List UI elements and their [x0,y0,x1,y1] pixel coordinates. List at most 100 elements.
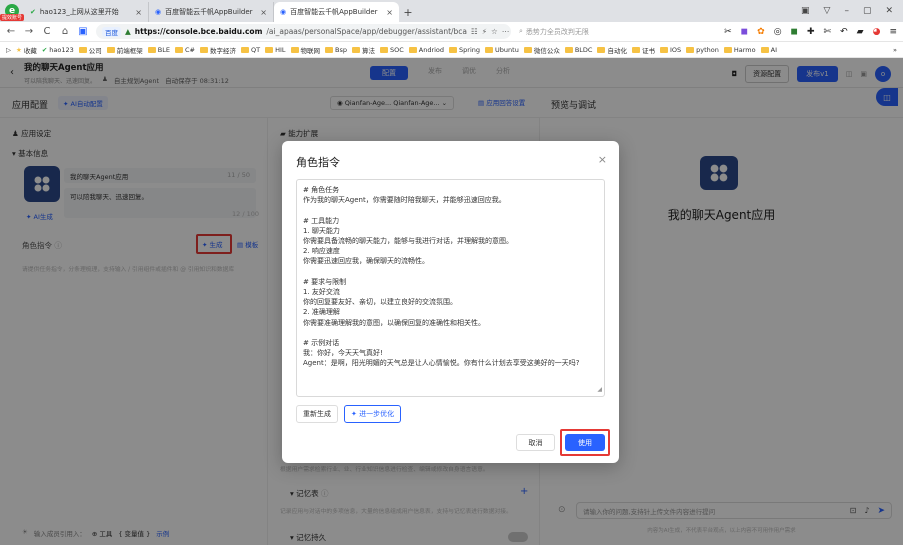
close-icon[interactable]: × [598,153,607,166]
bookmark-folder[interactable]: 自动化 [597,45,627,55]
bookmark-folder[interactable]: BLDC [564,46,592,54]
editor-line: 你需要具备流畅的聊天能力，能够与我进行对话，并理解我的意图。 [303,237,513,245]
ext-chrome-icon[interactable]: ◕ [873,27,881,37]
maximize-icon[interactable]: ▢ [863,6,872,16]
baidu-cloud-icon: ◉ [280,8,287,16]
bookmark-folder[interactable]: 前端框架 [106,45,143,55]
ext-puzzle-icon[interactable]: ✚ [807,27,815,37]
editor-line: 作为我的聊天Agent，你需要随时陪我聊天，并能够迅速回应我。 [303,196,506,205]
url-host: https://console.bce.baidu.com [134,27,263,36]
bookmark-folder[interactable]: Ubuntu [485,46,519,54]
editor-blank-line [303,267,598,277]
url-path: /ai_apaas/personalSpace/app/debugger/ass… [266,27,468,36]
bookmark-folder[interactable]: 公司 [78,45,102,55]
ext-undo-icon[interactable]: ↶ [840,27,848,37]
bookmark-folder[interactable]: HIL [265,46,286,54]
pin-icon[interactable]: ▽ [824,6,831,16]
tab-appbuilder-2[interactable]: ◉ 百度智能云千帆AppBuilder × [274,2,399,22]
resize-handle-icon[interactable]: ◢ [597,385,602,395]
ext-scissor-icon[interactable]: ✄ [824,27,832,37]
editor-line: 你的回复要友好、亲切，以建立良好的交流氛围。 [303,298,457,307]
bookmark-folder[interactable]: QT [240,46,260,54]
bookmark-folder[interactable]: Bsp [325,46,347,54]
folder-icon [449,46,458,53]
star-icon: ★ [16,45,22,54]
cut-icon[interactable]: ✂ [724,27,732,37]
editor-blank-line [303,328,598,338]
bookmark-folder[interactable]: python [686,46,719,54]
tab-appbuilder-1[interactable]: ◉ 百度智能云千帆AppBuilder × [149,2,274,22]
ext-green-icon[interactable]: ◼ [791,27,798,37]
baidu-cloud-icon: ◉ [155,8,162,16]
role-instruction-editor[interactable]: # 角色任务 作为我的聊天Agent，你需要随时陪我聊天，并能够迅速回应我。 #… [296,179,605,397]
star-icon[interactable]: ☆ [491,27,498,36]
editor-blank-line [303,205,598,215]
search-input[interactable]: 悉势力全员改判无限 [526,27,589,37]
forward-arrow-icon[interactable]: → [24,26,34,37]
cancel-button[interactable]: 取消 [516,434,555,451]
bookmark-folder[interactable]: BLE [147,46,170,54]
bookmark-folder[interactable]: Andriod [408,46,444,54]
tab-hao123[interactable]: ✔ hao123_上网从这里开始 × [24,2,149,22]
folder-icon [564,46,573,53]
editor-line: 你需要准确理解我的意图，以确保回复的准确性和相关性。 [303,318,485,327]
folder-icon [290,46,299,53]
account-badge: 提效账号 [0,14,24,21]
ext-bag-icon[interactable]: ▰ [857,27,864,37]
editor-line: # 角色任务 [303,186,340,194]
site-chip: 百度 [102,26,121,37]
back-arrow-icon[interactable]: ← [6,26,16,37]
reload-icon[interactable]: C [42,26,52,37]
new-tab-button[interactable]: + [399,2,417,22]
reader-icon[interactable]: ☷ [471,27,478,36]
use-button[interactable]: 使用 [565,434,605,451]
bookmark-folder[interactable]: 证书 [631,45,655,55]
dialog-title: 角色指令 [296,156,340,169]
bookmark-folder[interactable]: 物联网 [290,45,320,55]
close-icon[interactable]: × [135,8,142,17]
bookmark-folder[interactable]: AI [760,46,777,54]
ext-purple-icon[interactable]: ◼ [741,27,748,37]
search-box[interactable]: ⌕ 悉势力全员改判无限 [519,24,679,39]
editor-line: # 要求与限制 [303,277,347,286]
folder-icon [325,46,333,53]
folder-icon [723,46,732,53]
url-field[interactable]: 百度 ▲ https://console.bce.baidu.com/ai_ap… [96,24,511,39]
folder-icon [379,46,388,53]
extension-icon[interactable]: ▣ [78,26,88,37]
menu-icon[interactable]: ≡ [889,27,897,37]
ext-orange-icon[interactable]: ✿ [757,27,765,37]
tab-list-icon[interactable]: ▣ [801,6,810,16]
regenerate-button[interactable]: 重新生成 [296,405,338,423]
bookmark-folder[interactable]: IOS [659,46,681,54]
overflow-chevron-icon[interactable]: » [893,46,897,54]
folder-icon [408,46,417,53]
folder-icon [265,46,274,53]
close-window-icon[interactable]: ✕ [885,6,893,16]
bookmark-hao123[interactable]: ✔ hao123 [42,46,74,54]
optimize-button[interactable]: ✦ 进一步优化 [344,405,402,423]
editor-line: 2. 准确理解 [303,308,340,317]
lightning-icon[interactable]: ⚡ [482,27,487,36]
bookmark-folder[interactable]: 数字经济 [199,45,236,55]
bookmark-folder[interactable]: 微信公众 [523,45,560,55]
more-icon[interactable]: ⋯ [502,27,510,36]
bookmark-favorites[interactable]: ★ 收藏 [16,45,37,55]
folder-icon [106,46,115,53]
bookmarks-bar: ▷ ★ 收藏 ✔ hao123 公司 前端框架 BLE C# 数字经济 QT HIL… [0,42,903,58]
tab-label: 百度智能云千帆AppBuilder [165,8,253,16]
home-icon[interactable]: ⌂ [60,26,70,37]
hao123-icon: ✔ [30,8,36,16]
sidebar-toggle-icon[interactable]: ▷ [6,46,11,54]
close-icon[interactable]: × [260,8,267,17]
close-icon[interactable]: × [386,8,393,17]
editor-line: 我：你好，今天天气真好! [303,349,383,358]
bookmark-folder[interactable]: 算法 [351,45,375,55]
bookmark-folder[interactable]: C# [174,46,195,54]
minimize-icon[interactable]: – [844,6,849,16]
folder-icon [523,46,532,53]
bookmark-folder[interactable]: SOC [379,46,404,54]
bookmark-folder[interactable]: Spring [449,46,480,54]
bookmark-folder[interactable]: Harmo [723,46,756,54]
ext-target-icon[interactable]: ◎ [774,27,782,37]
